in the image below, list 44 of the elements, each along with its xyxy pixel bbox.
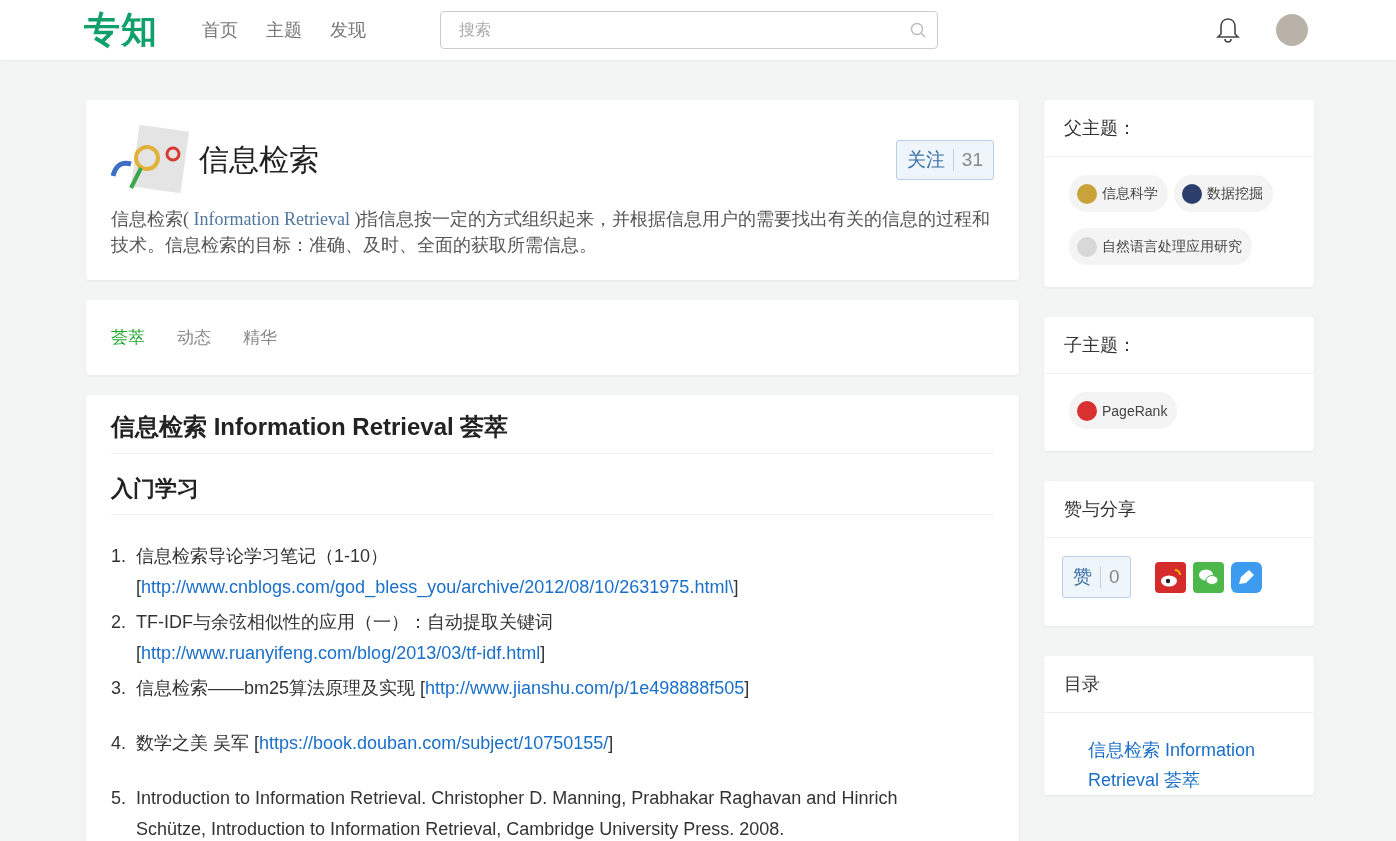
tab[interactable]: 动态 <box>177 326 211 349</box>
search-icon[interactable] <box>910 22 926 38</box>
list-item-text: 数学之美 吴军 [https://book.douban.com/subject/10750155/] <box>136 732 615 755</box>
panel-title: 父主题： <box>1044 100 1314 157</box>
list-item-text: 信息检索导论学习笔记（1-10） [http://www.cnblogs.com/god_bless_you/archive/2012/08/10/2631975.html\] <box>136 545 740 600</box>
list-item-text: Introduction to Information Retrieval. Christopher D. Manning, Prabhakar Raghavan and Hinrich Schütze, Introduction to Information Retrieval, Cambridge University Press. 2008. <box>136 787 899 841</box>
section-heading: 入门学习 <box>111 474 994 515</box>
topic-tag[interactable]: 自然语言处理应用研究 <box>1069 228 1252 265</box>
topic-tag[interactable]: PageRank <box>1069 392 1178 429</box>
link[interactable]: http://www.cnblogs.com/god_bless_you/archive/2012/08/10/2631975.html\ <box>141 577 734 597</box>
topic-description: 信息检索( Information Retrieval )指信息按一定的方式组织起来，并根据信息用户的需要找出有关的信息的过程和技术。信息检索的目标：准确、及时、全面的获取所需信息。 <box>111 208 992 257</box>
nav-link[interactable]: 发现 <box>330 14 366 46</box>
topic-tag[interactable]: 信息科学 <box>1069 175 1168 212</box>
bell-icon[interactable] <box>1216 17 1240 43</box>
link[interactable]: https://book.douban.com/subject/10750155/ <box>259 733 609 753</box>
topic-title: 信息检索 <box>199 141 319 178</box>
article-title: 信息检索 Information Retrieval 荟萃 <box>111 411 994 454</box>
follow-button[interactable]: 关注 31 <box>895 140 994 180</box>
search-field[interactable]: 搜索 <box>440 11 938 49</box>
list-number: 2. <box>111 611 127 634</box>
nav-link[interactable]: 主题 <box>266 14 302 46</box>
toc-link[interactable]: 信息检索 Information Retrieval 荟萃 <box>1088 735 1273 795</box>
panel-title: 赞与分享 <box>1044 481 1314 538</box>
list-number: 1. <box>111 545 127 568</box>
tab[interactable]: 荟萃 <box>111 326 145 349</box>
weibo-share-icon[interactable] <box>1154 561 1186 593</box>
link[interactable]: http://www.jianshu.com/p/1e498888f505 <box>425 678 745 698</box>
chat-share-icon[interactable] <box>1192 561 1224 593</box>
site-logo[interactable]: 专知 <box>84 5 158 55</box>
user-avatar[interactable] <box>1276 14 1308 46</box>
panel-title: 子主题： <box>1044 317 1314 374</box>
tab[interactable]: 精华 <box>243 326 277 349</box>
list-item-text: TF-IDF与余弦相似性的应用（一）：自动提取关键词 [http://www.ruanyifeng.com/blog/2013/03/tf-idf.html] <box>136 611 554 665</box>
list-number: 3. <box>111 677 127 700</box>
list-item-text: 信息检索——bm25算法原理及实现 [http://www.jianshu.com/p/1e498888f505] <box>136 677 751 700</box>
nav-link[interactable]: 首页 <box>202 14 238 46</box>
panel-title: 目录 <box>1044 656 1314 713</box>
topic-tag[interactable]: 数据挖掘 <box>1174 175 1273 212</box>
magnifier-logo-icon <box>111 124 189 196</box>
like-button[interactable]: 赞 0 <box>1062 556 1131 598</box>
list-number: 4. <box>111 732 127 755</box>
list-number: 5. <box>111 787 127 810</box>
edit-share-icon[interactable] <box>1230 561 1262 593</box>
link[interactable]: http://www.ruanyifeng.com/blog/2013/03/tf-idf.html <box>141 643 541 663</box>
